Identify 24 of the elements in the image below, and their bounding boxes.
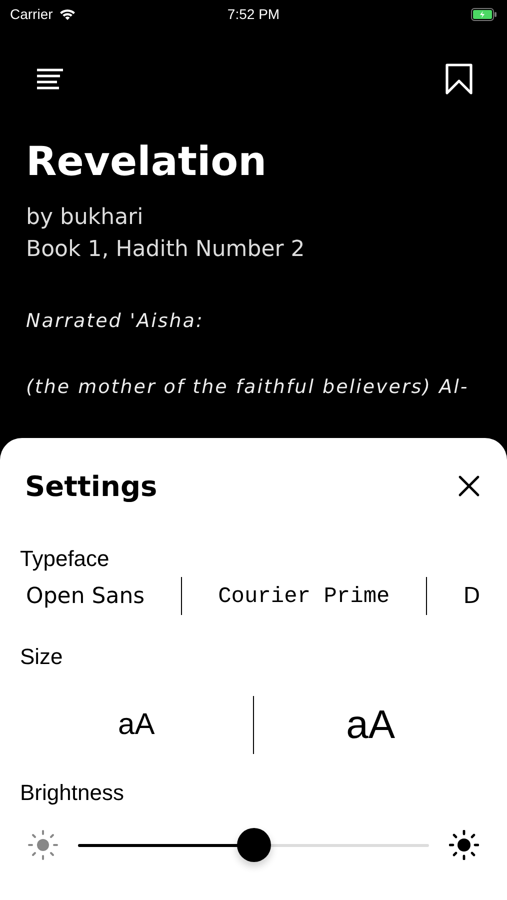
author-text: by bukhari (26, 204, 144, 232)
status-time: 7:52 PM (227, 6, 280, 22)
settings-title: Settings (25, 470, 158, 502)
typeface-option[interactable]: D (457, 584, 486, 608)
carrier-name: Carrier (10, 6, 53, 22)
hadith-text: Narrated 'Aisha: (26, 310, 205, 332)
hadith-title: Revelation (26, 140, 268, 184)
text-size-option[interactable]: aA (118, 708, 155, 742)
close-icon[interactable] (458, 475, 480, 497)
low-brightness-icon (28, 830, 58, 860)
brightness-label: Brightness (20, 780, 125, 806)
slider-thumb[interactable] (236, 828, 270, 862)
size-label: Size (20, 644, 64, 670)
menu-icon[interactable] (37, 68, 63, 90)
battery-icon (471, 8, 497, 20)
typeface-label: Typeface (20, 546, 110, 572)
hadith-text: (the mother of the faithful believers) Al- (26, 376, 470, 398)
high-brightness-icon (449, 830, 479, 860)
reference-text: Book 1, Hadith Number 2 (26, 236, 306, 264)
bookmark-icon[interactable] (445, 63, 473, 95)
typeface-option[interactable]: Courier Prime (212, 584, 396, 608)
typeface-option[interactable]: Open Sans (20, 584, 151, 608)
text-size-option[interactable]: aA (346, 702, 396, 748)
wifi-icon (58, 8, 76, 20)
